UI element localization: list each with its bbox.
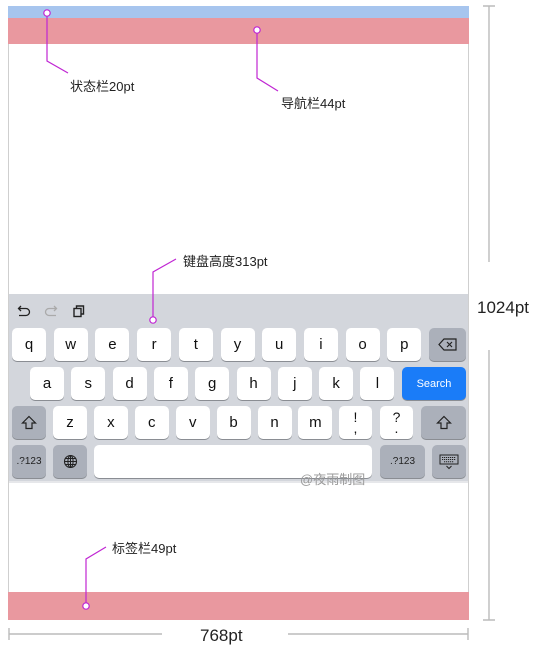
key-s[interactable]: s <box>71 367 106 400</box>
key-r[interactable]: r <box>137 328 172 361</box>
key-a[interactable]: a <box>30 367 64 400</box>
height-dim-top <box>483 5 495 262</box>
key-f[interactable]: f <box>153 367 188 400</box>
key-t[interactable]: t <box>178 328 213 361</box>
status-bar-annotation: 状态栏20pt <box>70 79 135 94</box>
numbers-key-right[interactable]: .?123 <box>380 445 425 478</box>
status-bar-region <box>8 6 469 18</box>
dismiss-keyboard-key[interactable] <box>432 445 466 478</box>
key-n[interactable]: n <box>257 406 292 439</box>
width-dimension-label: 768pt <box>200 626 243 645</box>
search-key[interactable]: Search <box>402 367 466 400</box>
key-i[interactable]: i <box>303 328 338 361</box>
key-k[interactable]: k <box>319 367 354 400</box>
key-d[interactable]: d <box>112 367 147 400</box>
keyboard-annotation: 键盘高度313pt <box>183 254 268 269</box>
key-x[interactable]: x <box>93 406 128 439</box>
key-h[interactable]: h <box>236 367 271 400</box>
nav-bar-region <box>8 18 469 44</box>
redo-icon[interactable] <box>43 303 59 319</box>
tab-bar-annotation: 标签栏49pt <box>112 541 177 556</box>
key-e[interactable]: e <box>95 328 130 361</box>
paste-icon[interactable] <box>71 303 87 319</box>
globe-key[interactable] <box>53 445 87 478</box>
key-w[interactable]: w <box>53 328 88 361</box>
shift-icon <box>21 415 37 430</box>
height-dimension-label: 1024pt <box>477 298 529 317</box>
key-g[interactable]: g <box>195 367 230 400</box>
key-z[interactable]: z <box>53 406 87 439</box>
shift-key-left[interactable] <box>12 406 46 439</box>
backspace-icon <box>437 338 457 351</box>
key-u[interactable]: u <box>262 328 297 361</box>
keyboard-bottom-border <box>9 481 468 483</box>
key-q[interactable]: q <box>12 328 46 361</box>
undo-icon[interactable] <box>16 303 32 319</box>
key-o[interactable]: o <box>345 328 380 361</box>
key-m[interactable]: m <box>298 406 333 439</box>
key-c[interactable]: c <box>134 406 169 439</box>
key-l[interactable]: l <box>360 367 395 400</box>
backspace-key[interactable] <box>429 328 466 361</box>
height-dim-bottom <box>483 350 495 621</box>
numbers-key-left[interactable]: .?123 <box>12 445 46 478</box>
key-b[interactable]: b <box>216 406 251 439</box>
keyboard-dismiss-icon <box>439 454 459 469</box>
key-j[interactable]: j <box>277 367 312 400</box>
shift-key-right[interactable] <box>421 406 466 439</box>
key-v[interactable]: v <box>175 406 210 439</box>
key-exclaim-comma[interactable]: !, <box>339 406 372 439</box>
key-question-period[interactable]: ?. <box>380 406 413 439</box>
nav-bar-annotation: 导航栏44pt <box>281 96 346 111</box>
tab-bar-region <box>8 592 469 620</box>
width-dim-left <box>8 628 162 640</box>
key-p[interactable]: p <box>387 328 422 361</box>
watermark: @夜雨制图 <box>300 472 366 487</box>
width-dim-right <box>288 628 469 640</box>
globe-icon <box>63 454 77 469</box>
shift-icon <box>435 415 452 430</box>
key-y[interactable]: y <box>220 328 255 361</box>
